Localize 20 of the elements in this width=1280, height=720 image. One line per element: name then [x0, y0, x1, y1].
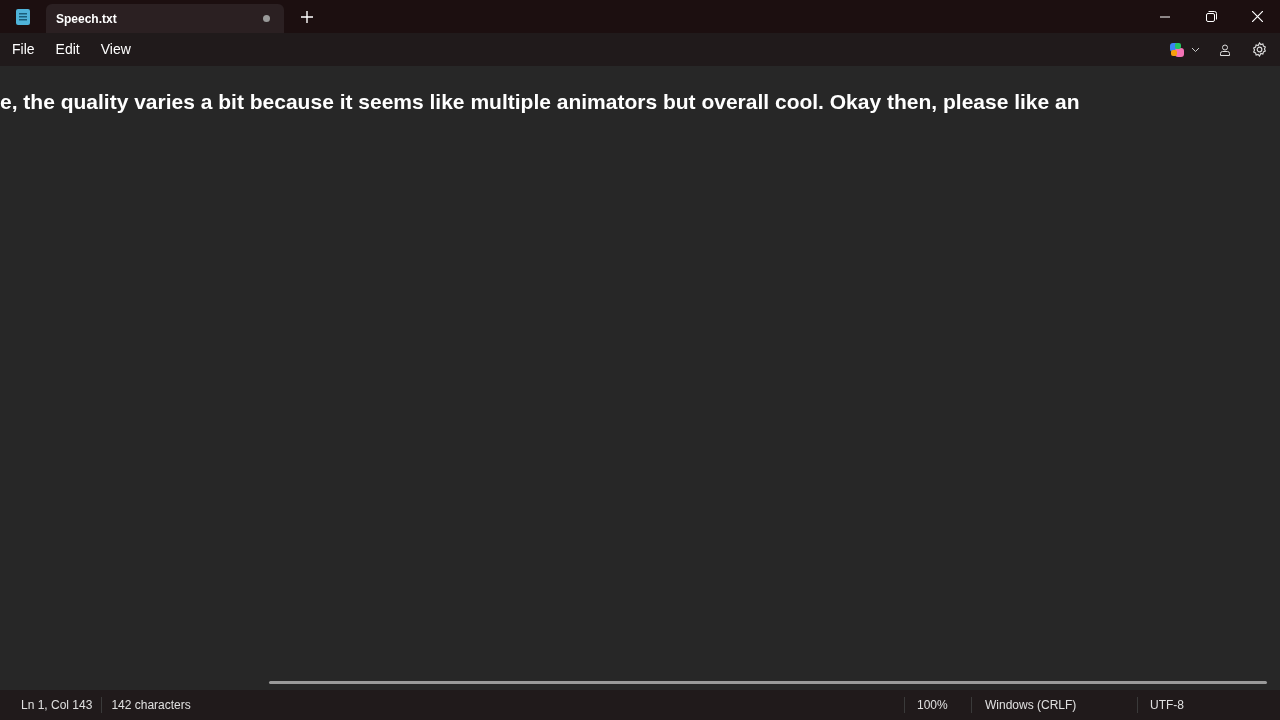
close-icon — [1251, 11, 1263, 22]
restore-icon — [1205, 11, 1217, 22]
horizontal-scrollbar[interactable] — [269, 681, 1267, 684]
menu-item[interactable]: View — [92, 35, 139, 64]
encoding: UTF-8 — [1149, 697, 1185, 714]
plus-icon — [301, 10, 313, 23]
line-ending: Windows (CRLF) — [984, 697, 1078, 714]
settings-icon — [1251, 42, 1267, 57]
cursor-position: Ln 1, Col 143 — [20, 697, 94, 714]
document-text: e, the quality varies a bit because it seems like multiple animators but overall cool. Okay then, please like an — [0, 89, 1080, 115]
chevron-down-icon — [1191, 46, 1200, 53]
notepad-icon — [16, 8, 30, 25]
person-icon — [1219, 43, 1231, 56]
menu-item[interactable]: File — [4, 35, 43, 64]
minimize-icon — [1160, 15, 1170, 18]
file-tab[interactable]: Speech.txt — [46, 4, 284, 33]
menu-item[interactable]: Edit — [47, 35, 88, 64]
character-count: 142 characters — [110, 697, 191, 714]
zoom-level: 100% — [916, 697, 949, 714]
copilot-icon — [1169, 41, 1185, 58]
